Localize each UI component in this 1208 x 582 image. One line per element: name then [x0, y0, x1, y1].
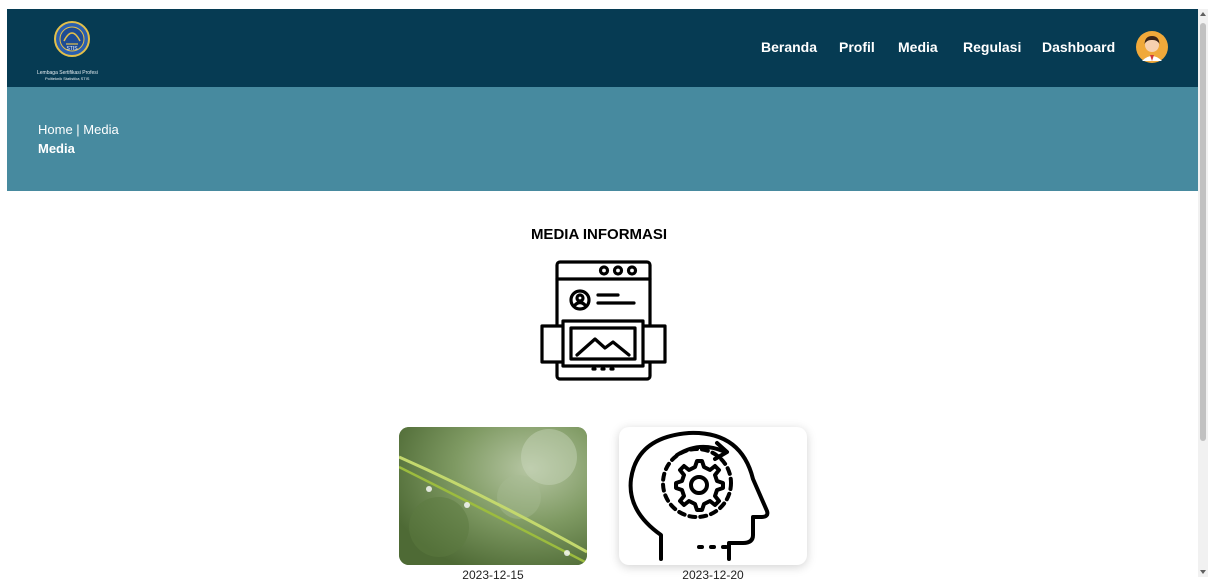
site-logo[interactable]: STIS Lembaga Sertifikasi Profesi Politek… [37, 19, 137, 81]
nav-item-dashboard[interactable]: Dashboard [1042, 39, 1115, 55]
nav-item-beranda[interactable]: Beranda [761, 39, 817, 55]
navbar: STIS Lembaga Sertifikasi Profesi Politek… [7, 9, 1198, 87]
section-title: MEDIA INFORMASI [530, 226, 668, 243]
user-avatar-icon[interactable] [1136, 31, 1168, 63]
browser-top-strip [0, 0, 1198, 9]
media-website-icon [538, 258, 668, 388]
logo-emblem-icon: STIS [54, 21, 90, 57]
media-card[interactable] [619, 427, 807, 565]
nav-item-media[interactable]: Media [898, 39, 938, 55]
scroll-up-arrow-icon[interactable] [1200, 12, 1206, 16]
media-card-date: 2023-12-15 [462, 568, 524, 582]
logo-text-line2: Politeknik Statistika STIS [45, 76, 90, 81]
media-card-date: 2023-12-20 [682, 568, 744, 582]
page-scrollbar[interactable] [1198, 9, 1208, 577]
head-gear-icon [628, 430, 770, 561]
nav-item-regulasi[interactable]: Regulasi [963, 39, 1021, 55]
scroll-down-arrow-icon[interactable] [1200, 570, 1206, 574]
nav-item-profil[interactable]: Profil [839, 39, 875, 55]
page-title: Media [38, 141, 75, 156]
scrollbar-thumb[interactable] [1200, 23, 1206, 441]
breadcrumb[interactable]: Home | Media [38, 122, 119, 137]
grass-dew-drops-photo [399, 427, 587, 565]
page-header-banner: Home | Media Media [7, 87, 1198, 191]
media-card[interactable] [399, 427, 587, 565]
svg-text:STIS: STIS [66, 46, 78, 52]
